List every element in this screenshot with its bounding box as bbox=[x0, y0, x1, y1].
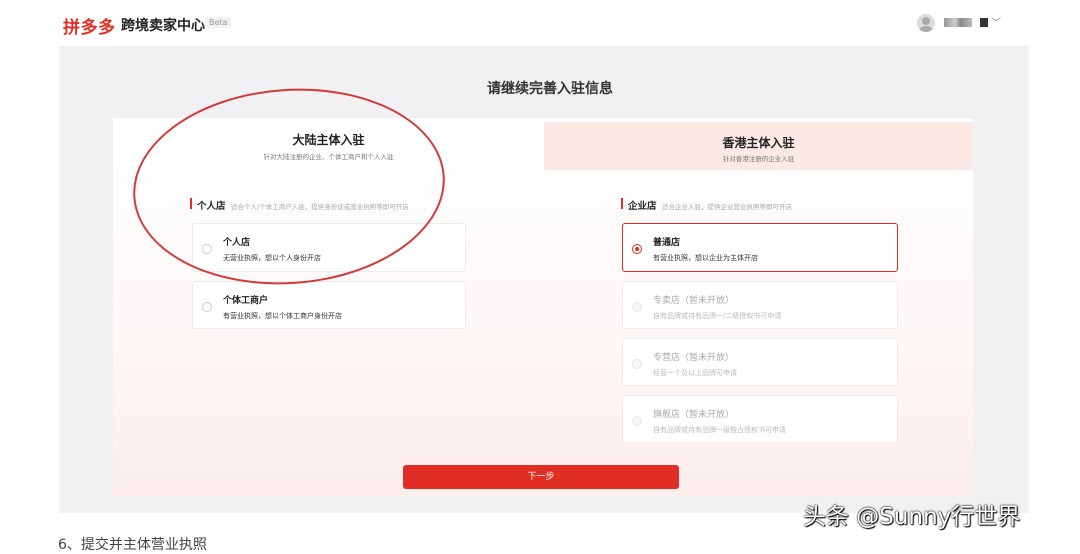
option-exclusive-store: 专卖店（暂未开放） 自有品牌或持有品牌一/二级授权书可申请 bbox=[622, 281, 898, 329]
option-desc: 有营业执照，想以个体工商户身份开店 bbox=[223, 312, 342, 320]
option-title: 专营店（暂未开放） bbox=[653, 353, 735, 363]
personal-section-title: 个人店 bbox=[197, 201, 226, 212]
username-blurred[interactable] bbox=[944, 18, 972, 27]
option-desc: 自有品牌或持有品牌一/二级授权书可申请 bbox=[653, 312, 782, 320]
tab-hongkong[interactable]: 香港主体入驻 针对香港注册的企业入驻 bbox=[544, 122, 973, 170]
option-regular-store[interactable]: 普通店 有营业执照，想以企业为主体开店 bbox=[622, 223, 898, 272]
option-individual-business[interactable]: 个体工商户 有营业执照，想以个体工商户身份开店 bbox=[192, 281, 466, 329]
article-step-text: 6、提交并主体营业执照 bbox=[58, 537, 207, 553]
page-title: 请继续完善入驻信息 bbox=[487, 81, 613, 97]
option-desc: 无营业执照，想以个人身份开店 bbox=[223, 254, 321, 262]
option-title: 个体工商户 bbox=[223, 296, 269, 306]
tab-mainland[interactable]: 大陆主体入驻 针对大陆注册的企业、个体工商户和个人入驻 bbox=[113, 118, 544, 170]
section-marker bbox=[190, 198, 192, 209]
tab-hongkong-label: 香港主体入驻 bbox=[722, 136, 795, 150]
option-title: 专卖店（暂未开放） bbox=[653, 296, 735, 306]
radio-button-disabled bbox=[632, 302, 642, 312]
tab-hongkong-desc: 针对香港注册的企业入驻 bbox=[722, 155, 795, 163]
enterprise-section-title: 企业店 bbox=[628, 201, 657, 212]
radio-button-disabled bbox=[632, 416, 642, 426]
tab-mainland-desc: 针对大陆注册的企业、个体工商户和个人入驻 bbox=[263, 153, 394, 161]
top-bar: 拼多多 跨境卖家中心 Beta ﹀ bbox=[0, 0, 1080, 46]
user-flag-icon bbox=[980, 18, 988, 27]
brand-title: 跨境卖家中心 bbox=[121, 18, 205, 34]
option-title: 旗舰店（暂未开放） bbox=[653, 410, 735, 420]
option-flagship-store: 旗舰店（暂未开放） 自有品牌或持有品牌一级独占授权书可申请 bbox=[622, 395, 898, 443]
radio-button-selected[interactable] bbox=[632, 244, 642, 254]
next-step-button[interactable]: 下一步 bbox=[403, 465, 679, 489]
user-avatar-icon[interactable] bbox=[917, 14, 935, 32]
option-personal-store[interactable]: 个人店 无营业执照，想以个人身份开店 bbox=[192, 223, 466, 272]
option-title: 普通店 bbox=[653, 238, 681, 248]
radio-button[interactable] bbox=[202, 302, 212, 312]
chevron-down-icon[interactable]: ﹀ bbox=[991, 14, 1001, 29]
pinduoduo-logo[interactable]: 拼多多 bbox=[63, 13, 116, 38]
tab-mainland-label: 大陆主体入驻 bbox=[292, 133, 365, 147]
enterprise-section-desc: 适合企业入驻，提供企业营业执照等即可开店 bbox=[662, 203, 792, 211]
option-desc: 有营业执照，想以企业为主体开店 bbox=[653, 254, 758, 262]
option-title: 个人店 bbox=[223, 238, 251, 248]
section-marker bbox=[621, 198, 623, 209]
beta-badge: Beta bbox=[205, 17, 232, 28]
option-specialty-store: 专营店（暂未开放） 经营一个及以上品牌可申请 bbox=[622, 338, 898, 386]
radio-button-disabled bbox=[632, 359, 642, 369]
option-desc: 自有品牌或持有品牌一级独占授权书可申请 bbox=[653, 426, 786, 434]
personal-section-desc: 适合个人/个体工商户入驻，提供身份证或营业执照等即可开店 bbox=[231, 203, 409, 211]
toutiao-watermark: 头条 @Sunny行世界 bbox=[803, 504, 1021, 530]
radio-button[interactable] bbox=[202, 244, 212, 254]
option-desc: 经营一个及以上品牌可申请 bbox=[653, 369, 737, 377]
